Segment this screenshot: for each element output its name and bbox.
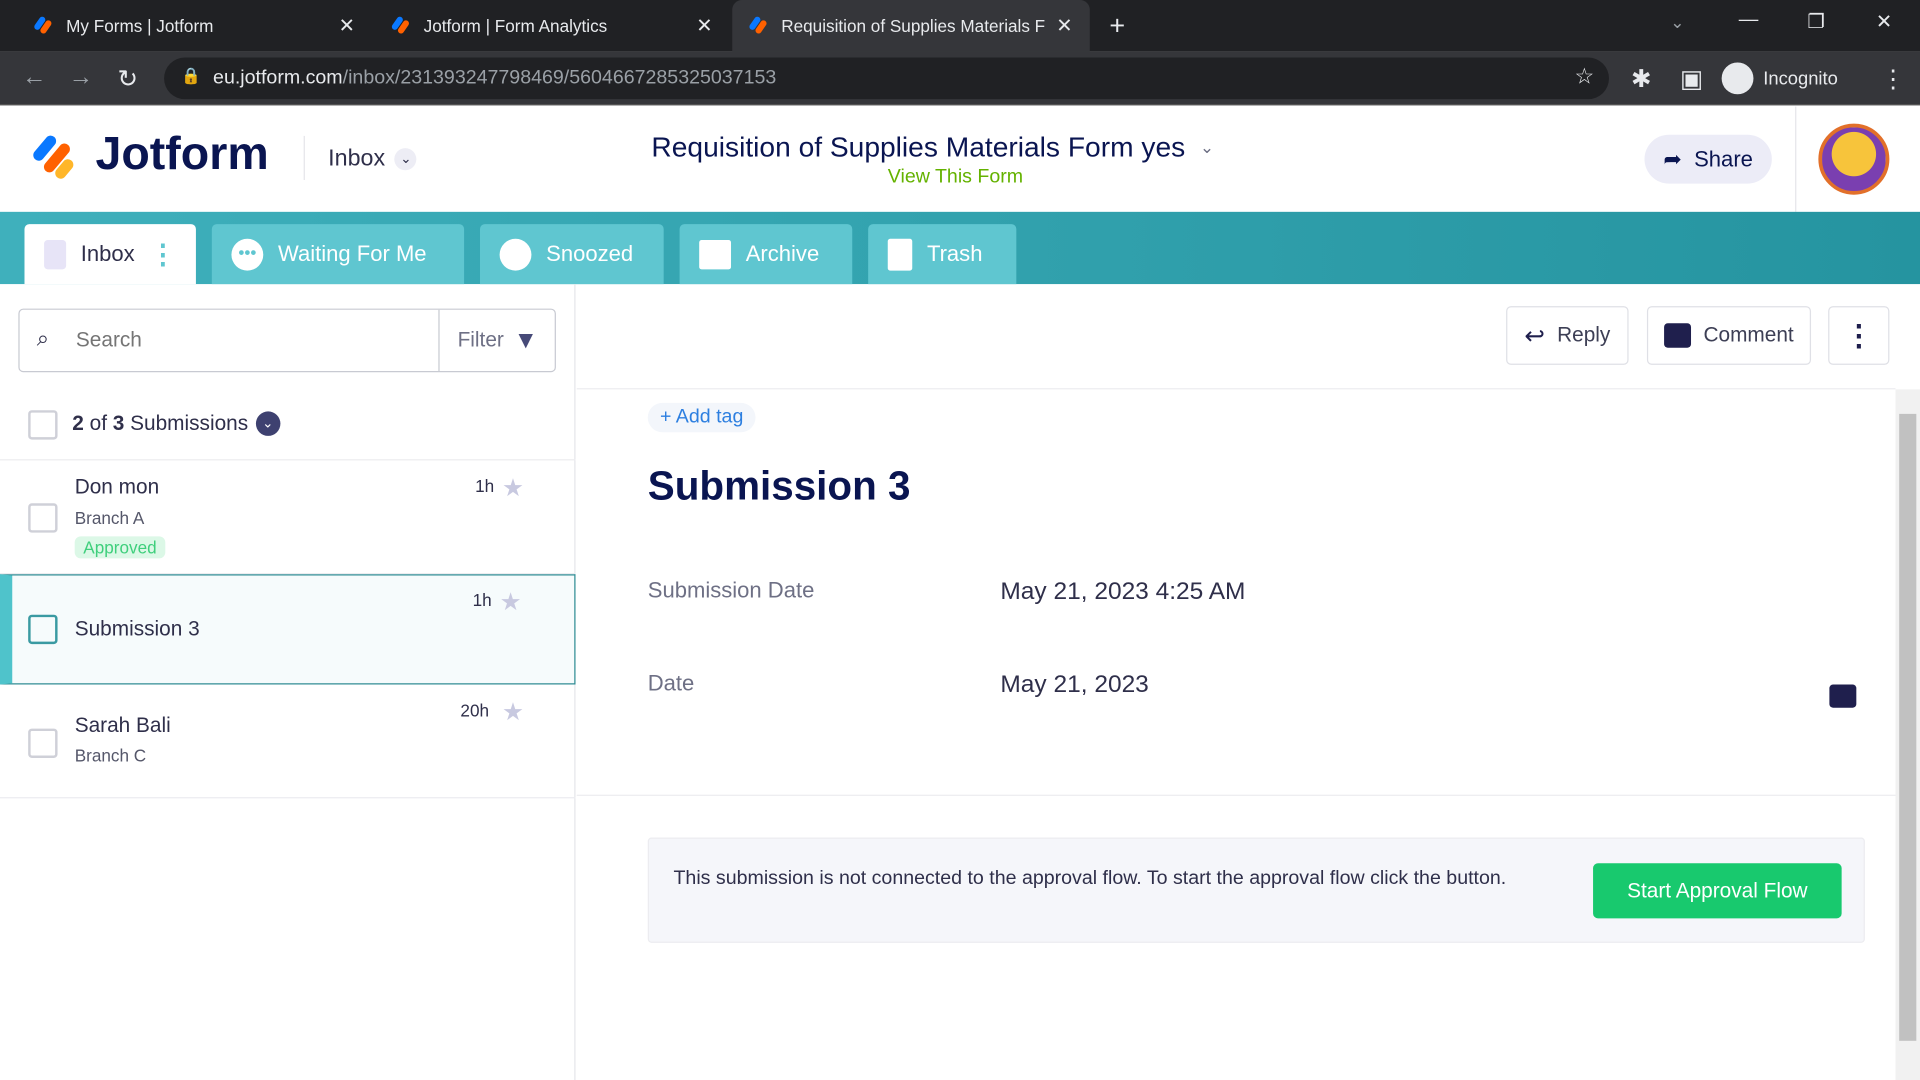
submission-detail: ↩ Reply Comment ⋮ + Add tag Submission 3 … xyxy=(576,284,1920,1080)
list-item[interactable]: Don mon Branch A Approved 1h ★ xyxy=(0,460,576,575)
reload-icon[interactable]: ↻ xyxy=(118,64,139,95)
chevron-down-icon: ⌄ xyxy=(394,148,417,171)
tab-waiting-for-me[interactable]: ••• Waiting For Me xyxy=(211,224,465,285)
bookmark-star-icon[interactable]: ☆ xyxy=(1575,64,1595,90)
ellipsis-circle-icon: ••• xyxy=(231,238,264,271)
close-tab-icon[interactable]: ✕ xyxy=(1056,13,1072,37)
browser-tab-strip: My Forms | Jotform ✕ Jotform | Form Analy… xyxy=(0,0,1920,52)
forward-icon[interactable]: → xyxy=(69,64,93,92)
inbox-tabs: Inbox ⋮ ••• Waiting For Me Snoozed Archiv… xyxy=(0,211,1920,285)
row-checkbox[interactable] xyxy=(28,614,58,645)
tab-snoozed[interactable]: Snoozed xyxy=(480,224,664,285)
avatar[interactable] xyxy=(1818,123,1890,195)
share-arrow-icon: ➦ xyxy=(1663,146,1682,171)
comment-button[interactable]: Comment xyxy=(1646,306,1812,365)
snooze-clock-icon xyxy=(499,238,532,271)
tab-archive[interactable]: Archive xyxy=(679,224,853,285)
close-tab-icon[interactable]: ✕ xyxy=(696,13,712,37)
lock-icon: 🔒 xyxy=(181,66,202,85)
filter-button[interactable]: Filter ▼ xyxy=(438,309,556,372)
comment-bubble-icon xyxy=(1664,323,1692,348)
close-window-icon[interactable]: ✕ xyxy=(1876,10,1892,34)
menu-icon[interactable]: ⋮ xyxy=(1881,64,1905,95)
archive-box-icon xyxy=(699,239,732,269)
star-icon[interactable]: ★ xyxy=(502,697,524,728)
submission-count[interactable]: 2 of 3 Submissions ⌄ xyxy=(72,411,281,436)
chevron-down-icon: ⌄ xyxy=(1199,137,1215,157)
submission-title: Submission 3 xyxy=(647,462,911,509)
trash-icon xyxy=(887,238,913,271)
address-bar: ← → ↻ 🔒 eu.jotform.com/inbox/23139324779… xyxy=(0,51,1920,106)
browser-tab[interactable]: My Forms | Jotform ✕ xyxy=(17,0,372,51)
more-vertical-icon: ⋮ xyxy=(1844,318,1874,353)
jotform-favicon xyxy=(33,15,54,36)
jotform-logo-icon[interactable] xyxy=(29,133,76,182)
reply-button[interactable]: ↩ Reply xyxy=(1506,306,1629,365)
browser-tab[interactable]: Jotform | Form Analytics ✕ xyxy=(375,0,730,51)
browser-tab-active[interactable]: Requisition of Supplies Materials Form y… xyxy=(732,0,1090,52)
search-icon: ⌕ xyxy=(36,325,50,351)
list-item[interactable]: Sarah Bali Branch C 20h ★ xyxy=(0,684,576,799)
reply-arrow-icon: ↩ xyxy=(1524,322,1545,350)
approval-notice: This submission is not connected to the … xyxy=(647,837,1865,943)
field-comment-icon[interactable] xyxy=(1829,684,1857,708)
more-vertical-icon[interactable]: ⋮ xyxy=(149,238,176,270)
incognito-icon xyxy=(1721,62,1754,95)
star-icon[interactable]: ★ xyxy=(500,587,522,618)
tab-search-icon[interactable]: ⌄ xyxy=(1670,12,1684,33)
jotform-favicon xyxy=(748,15,769,36)
row-checkbox[interactable] xyxy=(28,728,58,758)
url-input[interactable]: 🔒 eu.jotform.com/inbox/231393247798469/5… xyxy=(164,57,1609,100)
scrollbar[interactable] xyxy=(1895,389,1920,1080)
inbox-dropdown[interactable]: Inbox ⌄ xyxy=(328,146,417,173)
restore-icon[interactable]: ❐ xyxy=(1807,10,1825,34)
close-tab-icon[interactable]: ✕ xyxy=(339,13,355,37)
jotform-logo-text[interactable]: Jotform xyxy=(96,129,269,182)
row-checkbox[interactable] xyxy=(28,503,58,533)
chevron-down-icon: ⌄ xyxy=(255,411,281,436)
submission-list-panel: ⌕ Filter▼ 2 of 3 Submissions ⌄ Don mon B… xyxy=(0,284,576,1080)
back-icon[interactable]: ← xyxy=(22,64,46,92)
incognito-profile[interactable]: Incognito xyxy=(1721,61,1838,95)
inbox-tray-icon xyxy=(44,239,67,269)
list-item-selected[interactable]: Submission 3 1h ★ xyxy=(0,574,576,685)
form-title-dropdown[interactable]: Requisition of Supplies Materials Form y… xyxy=(651,131,1214,164)
tab-trash[interactable]: Trash xyxy=(868,224,1017,285)
extensions-icon[interactable]: ✱ xyxy=(1631,64,1652,95)
app-header: Jotform Inbox ⌄ Requisition of Supplies … xyxy=(0,106,1920,212)
select-all-checkbox[interactable] xyxy=(28,410,58,440)
star-icon[interactable]: ★ xyxy=(502,473,524,504)
start-approval-flow-button[interactable]: Start Approval Flow xyxy=(1593,863,1842,919)
more-options-button[interactable]: ⋮ xyxy=(1828,306,1890,365)
minimize-icon[interactable]: — xyxy=(1739,10,1759,32)
side-panel-icon[interactable]: ▣ xyxy=(1680,64,1703,95)
new-tab-button[interactable]: + xyxy=(1109,10,1125,42)
add-tag-button[interactable]: + Add tag xyxy=(647,402,756,433)
search-input[interactable] xyxy=(75,322,432,359)
share-button[interactable]: ➦ Share xyxy=(1644,134,1772,184)
tab-inbox[interactable]: Inbox ⋮ xyxy=(24,224,196,285)
funnel-icon: ▼ xyxy=(513,326,538,354)
view-form-link[interactable]: View This Form xyxy=(888,167,1023,189)
status-badge: Approved xyxy=(74,536,166,559)
search-box: ⌕ Filter▼ xyxy=(18,308,556,373)
jotform-favicon xyxy=(390,15,412,36)
